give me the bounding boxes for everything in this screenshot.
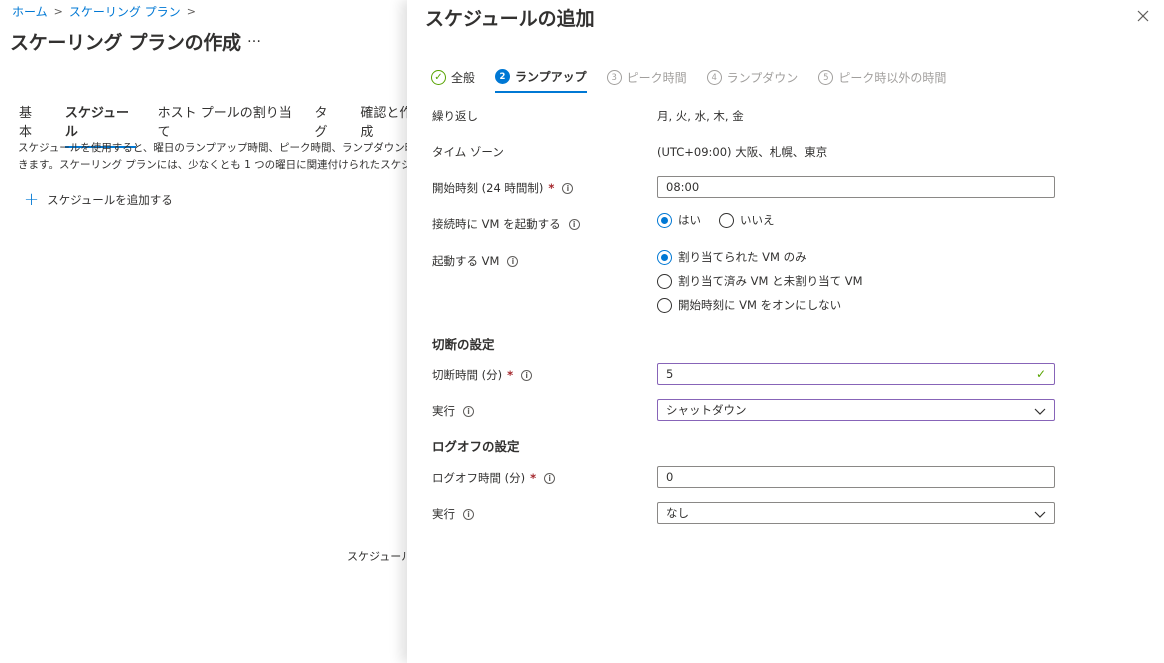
breadcrumb-scaling-plan[interactable]: スケーリング プラン — [69, 3, 181, 20]
required-marker: * — [507, 368, 514, 382]
radio-label: はい — [678, 213, 701, 227]
radio-no[interactable]: いいえ — [719, 212, 775, 228]
repeat-label-text: 繰り返し — [432, 109, 478, 123]
logoff-time-input[interactable]: 0 — [657, 466, 1055, 488]
disconnect-time-value: 5 — [666, 367, 674, 381]
chevron-right-icon: > — [186, 5, 196, 18]
info-icon[interactable]: i — [463, 405, 474, 417]
logoff-time-label: ログオフ時間 (分) * i — [432, 470, 556, 486]
description-line: きます。スケーリング プランには、少なくとも 1 つの曜日に関連付けられたスケジ… — [18, 159, 413, 171]
timezone-label: タイム ゾーン — [432, 144, 504, 160]
start-time-value: 08:00 — [666, 180, 700, 194]
empty-schedule-text: スケジュールを — [347, 550, 407, 563]
logoff-time-label-text: ログオフ時間 (分) — [432, 471, 526, 485]
vms-to-start-label: 起動する VM i — [432, 253, 519, 269]
radio-assigned-and-unassigned-vms[interactable]: 割り当て済み VM と未割り当て VM — [657, 273, 863, 289]
step-label: ピーク時間 — [626, 71, 687, 85]
start-time-input[interactable]: 08:00 — [657, 176, 1055, 198]
check-icon: ✓ — [431, 70, 446, 85]
info-icon[interactable]: i — [521, 369, 533, 381]
step-general[interactable]: ✓ 全般 — [431, 68, 475, 93]
disconnect-time-input[interactable]: 5 ✓ — [657, 363, 1055, 385]
plus-icon: + — [24, 189, 40, 210]
schedule-steps: ✓ 全般 2 ランプアップ 3 ピーク時間 4 ランプダウン 5 ピーク時以外の… — [431, 68, 946, 93]
page-title: スケーリング プランの作成 — [10, 32, 241, 54]
checkmark-icon: ✓ — [1035, 367, 1046, 381]
disconnect-time-label: 切断時間 (分) * i — [432, 367, 533, 383]
info-icon[interactable]: i — [544, 472, 556, 484]
vms-to-start-label-text: 起動する VM — [432, 254, 500, 268]
disconnect-settings-heading: 切断の設定 — [432, 337, 495, 352]
logoff-settings-heading: ログオフの設定 — [432, 439, 520, 454]
start-vm-on-connect-radio-group: はい いいえ — [657, 212, 787, 228]
step-ramp-down[interactable]: 4 ランプダウン — [706, 68, 799, 93]
info-icon[interactable]: i — [507, 255, 519, 267]
logoff-action-dropdown[interactable]: なし — [657, 502, 1055, 524]
background-page: ホーム > スケーリング プラン > スケーリング プランの作成 … 基本 スケ… — [0, 0, 420, 663]
disconnect-action-dropdown[interactable]: シャットダウン — [657, 399, 1055, 421]
chevron-down-icon — [1034, 408, 1046, 415]
logoff-action-label: 実行 i — [432, 506, 474, 522]
step-number: 5 — [818, 70, 834, 85]
radio-yes[interactable]: はい — [657, 212, 701, 228]
step-number: 4 — [706, 70, 722, 85]
step-ramp-up[interactable]: 2 ランプアップ — [495, 68, 587, 93]
description-line: スケジュールを使用すると、曜日のランプアップ時間、ピーク時間、ランプダウン時間、… — [18, 142, 413, 154]
disconnect-time-label-text: 切断時間 (分) — [432, 368, 503, 382]
radio-button-selected[interactable] — [657, 249, 672, 265]
disconnect-action-label-text: 実行 — [432, 404, 455, 418]
logoff-action-value: なし — [666, 506, 689, 520]
logoff-action-label-text: 実行 — [432, 507, 455, 521]
add-schedule-panel: スケジュールの追加 ✓ 全般 2 ランプアップ 3 ピーク時間 4 ランプダウン… — [407, 0, 1164, 663]
repeat-value: 月, 火, 水, 木, 金 — [657, 109, 744, 123]
add-schedule-button[interactable]: + スケジュールを追加する — [24, 189, 173, 210]
radio-label: 割り当てられた VM のみ — [678, 250, 807, 264]
radio-label: 開始時刻に VM をオンにしない — [678, 298, 842, 312]
radio-label: いいえ — [740, 213, 775, 227]
radio-button[interactable] — [657, 297, 672, 313]
start-vm-on-connect-label: 接続時に VM を起動する i — [432, 216, 580, 232]
breadcrumb: ホーム > スケーリング プラン > — [12, 3, 196, 20]
step-off-peak-hours[interactable]: 5 ピーク時以外の時間 — [818, 68, 946, 93]
breadcrumb-home[interactable]: ホーム — [12, 3, 48, 20]
radio-label: 割り当て済み VM と未割り当て VM — [678, 274, 863, 288]
chevron-right-icon: > — [53, 5, 63, 18]
logoff-time-value: 0 — [666, 470, 674, 484]
more-options-icon[interactable]: … — [247, 30, 261, 46]
start-vm-on-connect-label-text: 接続時に VM を起動する — [432, 217, 561, 231]
step-number: 3 — [606, 70, 622, 85]
step-label: 全般 — [451, 71, 476, 85]
step-peak-hours[interactable]: 3 ピーク時間 — [606, 68, 687, 93]
schedule-description: スケジュールを使用すると、曜日のランプアップ時間、ピーク時間、ランプダウン時間、… — [18, 140, 413, 174]
disconnect-action-value: シャットダウン — [666, 403, 747, 417]
timezone-label-text: タイム ゾーン — [432, 145, 504, 159]
info-icon[interactable]: i — [463, 508, 474, 520]
info-icon[interactable]: i — [568, 218, 580, 230]
radio-assigned-vms-only[interactable]: 割り当てられた VM のみ — [657, 249, 807, 265]
radio-button-selected[interactable] — [657, 212, 672, 228]
radio-button[interactable] — [657, 273, 672, 289]
radio-button[interactable] — [719, 212, 734, 228]
add-schedule-label: スケジュールを追加する — [47, 193, 173, 207]
start-time-label-text: 開始時刻 (24 時間制) — [432, 181, 544, 195]
step-label: ランプダウン — [726, 71, 799, 85]
required-marker: * — [530, 471, 537, 485]
panel-title: スケジュールの追加 — [425, 8, 595, 30]
radio-do-not-turn-on-vms[interactable]: 開始時刻に VM をオンにしない — [657, 297, 841, 313]
start-time-label: 開始時刻 (24 時間制) * i — [432, 180, 574, 196]
step-label: ピーク時以外の時間 — [838, 71, 947, 85]
step-number: 2 — [495, 69, 511, 84]
info-icon[interactable]: i — [562, 182, 574, 194]
step-label: ランプアップ — [515, 70, 587, 84]
repeat-label: 繰り返し — [432, 108, 478, 124]
close-icon[interactable] — [1135, 8, 1151, 24]
disconnect-action-label: 実行 i — [432, 403, 474, 419]
required-marker: * — [548, 181, 555, 195]
chevron-down-icon — [1034, 511, 1046, 518]
timezone-value: (UTC+09:00) 大阪、札幌、東京 — [657, 145, 828, 159]
